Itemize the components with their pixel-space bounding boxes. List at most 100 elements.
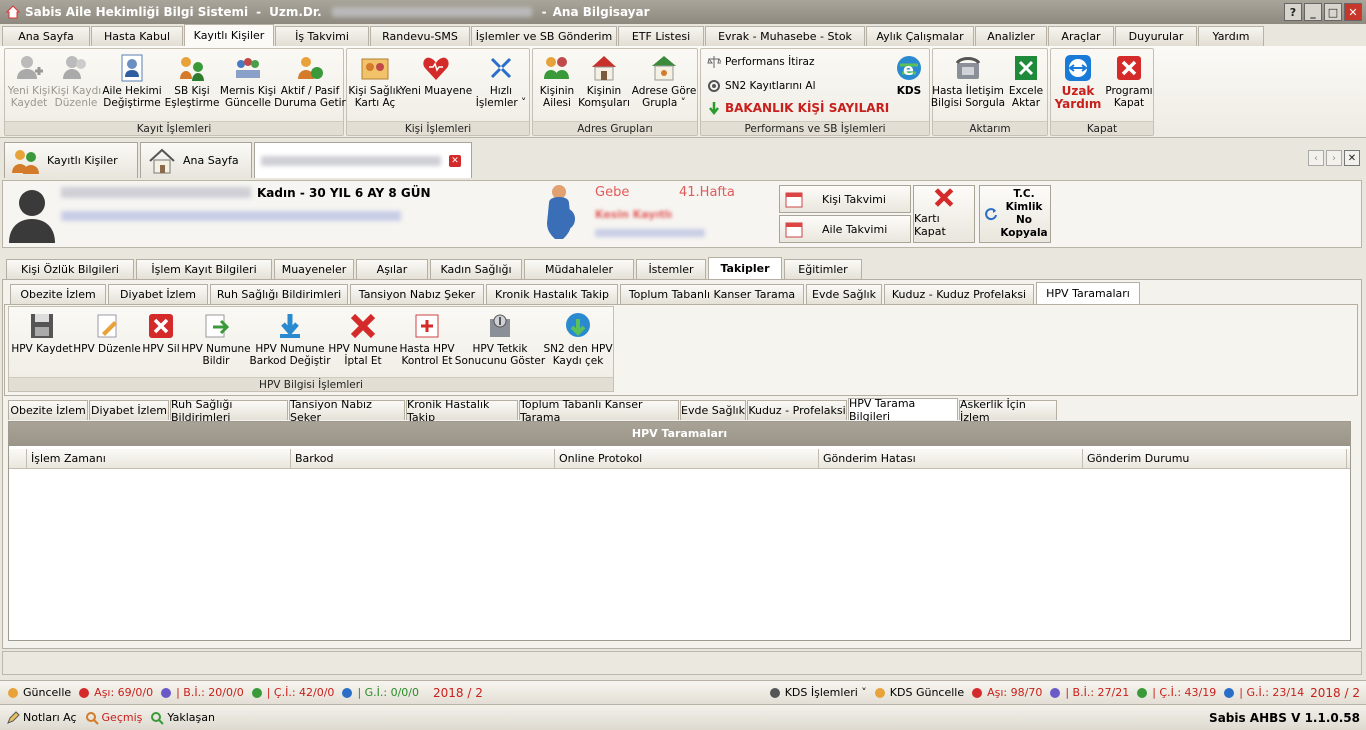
status-kds-kds-güncelle[interactable]: KDS Güncelle: [873, 686, 964, 700]
yeni-muayene-button[interactable]: Yeni Muayene: [400, 53, 472, 97]
minimize-button[interactable]: _: [1304, 3, 1322, 21]
hpv-button-hpv-kaydet[interactable]: HPV Kaydet: [11, 311, 73, 355]
mernis-kisi-guncelle-button[interactable]: Mernis Kişi Güncelle: [220, 53, 276, 109]
close-window-button[interactable]: ✕: [1344, 3, 1362, 21]
kds-button[interactable]: e KDS: [889, 53, 929, 97]
aktif-pasif-button[interactable]: Aktif / Pasif Duruma Getir: [274, 53, 346, 109]
column-header-i-şlem-zamanı[interactable]: İşlem Zamanı: [27, 449, 291, 469]
tab-takipler[interactable]: Takipler: [708, 257, 782, 279]
hasta-iletisim-sorgula-button[interactable]: Hasta İletişim Bilgisi Sorgula: [931, 53, 1005, 109]
column-header-gönderim-hatası[interactable]: Gönderim Hatası: [819, 449, 1083, 469]
menu-tab-yardım[interactable]: Yardım: [1198, 26, 1264, 46]
tab-müdahaleler[interactable]: Müdahaleler: [524, 259, 634, 279]
aile-hekimi-degistirme-button[interactable]: Aile Hekimi Değiştirme: [102, 53, 162, 109]
pregnancy-label: Gebe: [595, 185, 630, 200]
kisi-saglik-karti-ac-button[interactable]: Kişi Sağlık Kartı Aç: [348, 53, 402, 109]
status-güncelle[interactable]: Güncelle: [6, 686, 71, 700]
tab-eğitimler[interactable]: Eğitimler: [784, 259, 862, 279]
hpv-button-hpv-numune-barkod-değiştir[interactable]: HPV Numune Barkod Değiştir: [249, 311, 331, 367]
help-button[interactable]: ?: [1284, 3, 1302, 21]
sb-kisi-eslestirme-button[interactable]: SB Kişi Eşleştirme: [165, 53, 219, 109]
hizli-islemler-button[interactable]: Hızlı İşlemler ˅: [473, 53, 529, 109]
menu-tab-aylık-çalışmalar[interactable]: Aylık Çalışmalar: [866, 26, 974, 46]
subtab-evde-sağlık[interactable]: Evde Sağlık: [806, 284, 882, 304]
hpv-button-hpv-sil[interactable]: HPV Sil: [141, 311, 181, 355]
doc-tab-kayitli-kisiler[interactable]: Kayıtlı Kişiler: [4, 142, 138, 178]
yaklasan-button[interactable]: Yaklaşan: [150, 711, 215, 725]
menu-tab-hasta-kabul[interactable]: Hasta Kabul: [91, 26, 183, 46]
menu-tab-ana-sayfa[interactable]: Ana Sayfa: [2, 26, 90, 46]
yeni-kisi-kaydet-button[interactable]: Yeni Kişi Kaydet: [8, 53, 50, 109]
notlari-ac-button[interactable]: Notları Aç: [6, 710, 77, 725]
subtab-hpv-taramaları[interactable]: HPV Taramaları: [1036, 282, 1140, 304]
subtab-toplum-tabanlı-kanser-tarama[interactable]: Toplum Tabanlı Kanser Tarama: [620, 284, 804, 304]
close-icon[interactable]: ✕: [1344, 150, 1360, 166]
tab-kadın-sağlığı[interactable]: Kadın Sağlığı: [430, 259, 522, 279]
tab-aşılar[interactable]: Aşılar: [356, 259, 428, 279]
tab-i-stemler[interactable]: İstemler: [636, 259, 706, 279]
status-label: | G.İ.: 0/0/0: [357, 686, 420, 699]
group-kayit-islemleri: Yeni Kişi Kaydet Kişi Kaydı Düzenle Aile…: [4, 48, 346, 136]
menu-tab-analizler[interactable]: Analizler: [975, 26, 1047, 46]
column-header-gönderim-durumu[interactable]: Gönderim Durumu: [1083, 449, 1347, 469]
menu-tab-randevu-sms[interactable]: Randevu-SMS: [370, 26, 470, 46]
close-tab-icon[interactable]: ✕: [449, 154, 461, 167]
menu-tab-i-şlemler-ve-sb-gönderim[interactable]: İşlemler ve SB Gönderim: [471, 26, 617, 46]
tc-kimlik-kopyala-button[interactable]: T.C. Kimlik No Kopyala: [979, 185, 1051, 243]
menu-tab-etf-listesi[interactable]: ETF Listesi: [618, 26, 704, 46]
subtab-obezite-i-zlem[interactable]: Obezite İzlem: [10, 284, 106, 304]
karti-kapat-button[interactable]: Kartı Kapat: [913, 185, 975, 243]
chevron-right-icon[interactable]: ›: [1326, 150, 1342, 166]
lower-tab-kuduz-profelaksi[interactable]: Kuduz - Profelaksi: [747, 400, 847, 420]
subtab-tansiyon-nabız-şeker[interactable]: Tansiyon Nabız Şeker: [350, 284, 484, 304]
lower-tab-evde-sağlık[interactable]: Evde Sağlık: [680, 400, 746, 420]
column-header-barkod[interactable]: Barkod: [291, 449, 555, 469]
doc-tab-patient[interactable]: ✕: [254, 142, 472, 178]
hpv-button-hasta-hpv-kontrol-et[interactable]: Hasta HPV Kontrol Et: [399, 311, 455, 367]
subtab-kuduz-kuduz-profelaksi[interactable]: Kuduz - Kuduz Profelaksi: [884, 284, 1034, 304]
adrese-gore-grupla-button[interactable]: Adrese Göre Grupla ˅: [631, 53, 697, 109]
lower-tab-askerlik-i-çin-i-zlem[interactable]: Askerlik İçin İzlem: [959, 398, 1057, 424]
bakanlik-kisi-sayilari-button[interactable]: BAKANLIK KİŞİ SAYILARI: [707, 101, 889, 115]
column-header-online-protokol[interactable]: Online Protokol: [555, 449, 819, 469]
lower-tab-toplum-tabanlı-kanser-tarama[interactable]: Toplum Tabanlı Kanser Tarama: [519, 398, 679, 424]
tab-muayeneler[interactable]: Muayeneler: [274, 259, 354, 279]
excele-aktar-button[interactable]: Excele Aktar: [1005, 53, 1047, 109]
tab-kişi-özlük-bilgileri[interactable]: Kişi Özlük Bilgileri: [6, 259, 134, 279]
tab-i-şlem-kayıt-bilgileri[interactable]: İşlem Kayıt Bilgileri: [136, 259, 272, 279]
status-kds-kds-i-şlemleri[interactable]: KDS İşlemleri ˅: [768, 686, 867, 700]
performans-itiraz-button[interactable]: Performans İtiraz: [707, 55, 815, 69]
kisinin-komsulari-button[interactable]: Kişinin Komşuları: [578, 53, 630, 109]
lower-tab-diyabet-i-zlem[interactable]: Diyabet İzlem: [89, 400, 169, 420]
hpv-button-sn2-den-hpv-kaydı-çek[interactable]: SN2 den HPV Kaydı çek: [543, 311, 613, 367]
doc-tab-ana-sayfa[interactable]: Ana Sayfa: [140, 142, 252, 178]
uzak-yardim-button[interactable]: Uzak Yardım: [1053, 53, 1103, 111]
sn2-kayitlarini-al-button[interactable]: SN2 Kayıtlarını Al: [707, 79, 816, 93]
pregnant-woman-icon: [547, 185, 575, 239]
lower-tab-obezite-i-zlem[interactable]: Obezite İzlem: [8, 400, 88, 420]
gecmis-button[interactable]: Geçmiş: [85, 711, 142, 725]
programi-kapat-button[interactable]: Programı Kapat: [1105, 53, 1153, 109]
subtab-kronik-hastalık-takip[interactable]: Kronik Hastalık Takip: [486, 284, 618, 304]
kisi-kaydi-duzenle-button[interactable]: Kişi Kaydı Düzenle: [51, 53, 101, 109]
hpv-button-hpv-numune-bildir[interactable]: HPV Numune Bildir: [181, 311, 251, 367]
menu-tab-i-ş-takvimi[interactable]: İş Takvimi: [275, 26, 369, 46]
menu-tab-kayıtlı-kişiler[interactable]: Kayıtlı Kişiler: [184, 24, 274, 46]
hpv-button-hpv-numune-i-ptal-et[interactable]: HPV Numune İptal Et: [328, 311, 398, 367]
kisinin-ailesi-button[interactable]: Kişinin Ailesi: [535, 53, 579, 109]
menu-tab-evrak-muhasebe-stok[interactable]: Evrak - Muhasebe - Stok: [705, 26, 865, 46]
menu-tab-araçlar[interactable]: Araçlar: [1048, 26, 1114, 46]
kisi-takvimi-button[interactable]: Kişi Takvimi: [779, 185, 911, 213]
subtab-ruh-sağlığı-bildirimleri[interactable]: Ruh Sağlığı Bildirimleri: [210, 284, 348, 304]
lower-tab-ruh-sağlığı-bildirimleri[interactable]: Ruh Sağlığı Bildirimleri: [170, 398, 288, 424]
chevron-left-icon[interactable]: ‹: [1308, 150, 1324, 166]
lower-tab-tansiyon-nabız-şeker[interactable]: Tansiyon Nabız Şeker: [289, 398, 405, 424]
hpv-button-hpv-düzenle[interactable]: HPV Düzenle: [73, 311, 141, 355]
lower-tab-hpv-tarama-bilgileri[interactable]: HPV Tarama Bilgileri: [848, 397, 958, 423]
lower-tab-kronik-hastalık-takip[interactable]: Kronik Hastalık Takip: [406, 398, 518, 424]
aile-takvimi-button[interactable]: Aile Takvimi: [779, 215, 911, 243]
subtab-diyabet-i-zlem[interactable]: Diyabet İzlem: [108, 284, 208, 304]
menu-tab-duyurular[interactable]: Duyurular: [1115, 26, 1197, 46]
maximize-button[interactable]: □: [1324, 3, 1342, 21]
hpv-button-hpv-tetkik-sonucunu-göster[interactable]: HPV Tetkik Sonucunu Göster: [455, 311, 545, 367]
